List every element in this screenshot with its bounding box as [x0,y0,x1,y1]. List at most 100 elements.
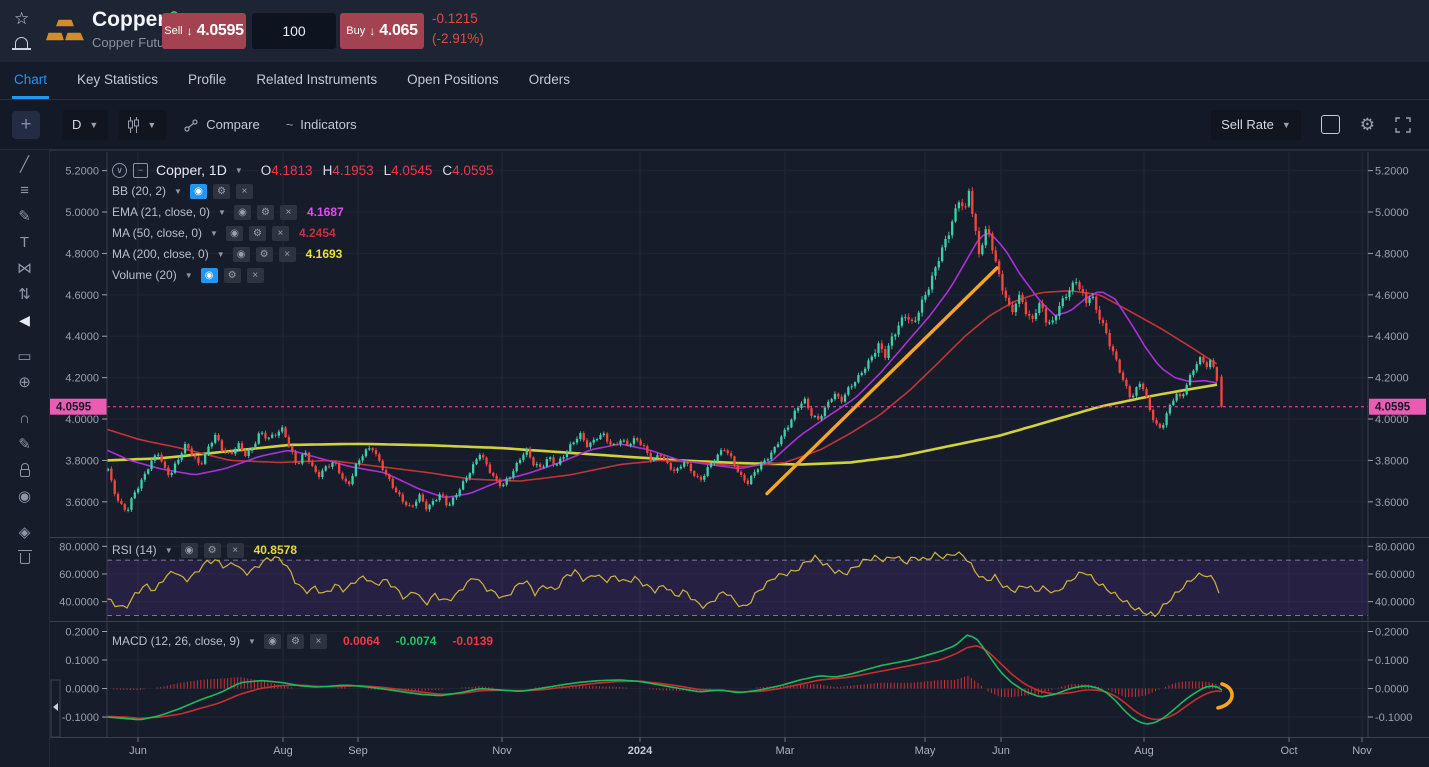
gear-icon[interactable]: ⚙ [203,542,221,558]
svg-text:Sep: Sep [348,745,368,757]
collapse-legend-icon[interactable]: ∨ [112,162,127,178]
indicator-label[interactable]: Volume (20) [112,268,177,282]
indicator-label[interactable]: MA (200, close, 0) [112,247,209,261]
close-icon[interactable]: × [226,542,244,558]
svg-text:Aug: Aug [273,745,293,757]
svg-text:4.4000: 4.4000 [1375,331,1409,343]
buy-button[interactable]: Buy ↓ 4.065 [340,13,424,49]
chevron-down-icon: ▼ [248,636,256,646]
svg-text:5.2000: 5.2000 [1375,166,1409,178]
chart-type-select[interactable]: ▼ [118,109,167,140]
favorite-star-icon[interactable]: ☆ [14,10,29,27]
indicator-label[interactable]: MA (50, close, 0) [112,226,202,240]
parallel-lines-tool[interactable]: ≡ [10,178,40,202]
gear-icon[interactable]: ⚙ [286,633,304,649]
indicator-row: EMA (21, close, 0) ▼ ◉ ⚙ × 4.1687 [112,202,493,222]
compare-button[interactable]: Compare [184,117,260,132]
svg-text:4.0000: 4.0000 [65,414,99,426]
svg-text:4.6000: 4.6000 [1375,290,1409,302]
chevron-down-icon: ▼ [216,249,225,259]
fullscreen-icon[interactable] [1395,116,1411,133]
svg-text:4.0000: 4.0000 [1375,414,1409,426]
xabcd-pattern-tool[interactable]: ⋈ [10,256,40,280]
sell-button[interactable]: Sell ↓ 4.0595 [162,13,246,49]
indicator-row: BB (20, 2) ▼ ◉ ⚙ × [112,181,493,201]
gear-icon[interactable]: ⚙ [212,183,230,199]
close-icon[interactable]: × [271,225,289,241]
close-icon[interactable]: × [278,246,296,262]
measure-tool[interactable]: ▭ [10,344,40,368]
svg-text:4.4000: 4.4000 [65,331,99,343]
eye-icon[interactable]: ◉ [225,225,243,241]
svg-text:0.2000: 0.2000 [65,626,99,638]
gear-icon[interactable]: ⚙ [255,246,273,262]
crosshair-icon[interactable]: + [12,110,40,139]
trend-line-tool[interactable]: ╱ [10,152,40,176]
chevron-down-icon: ▼ [89,119,99,130]
snapshot-icon[interactable] [1320,115,1340,134]
sell-price: 4.0595 [196,22,244,39]
gear-icon[interactable]: ⚙ [248,225,266,241]
symbol-name[interactable]: Copper, 1D [156,162,227,178]
indicators-button[interactable]: ~ Indicators [286,117,357,132]
svg-text:0.2000: 0.2000 [1375,626,1409,638]
svg-text:60.0000: 60.0000 [1375,569,1415,581]
tab-open-positions[interactable]: Open Positions [405,62,501,99]
indicator-label[interactable]: EMA (21, close, 0) [112,205,210,219]
tab-related-instruments[interactable]: Related Instruments [254,62,379,99]
close-icon[interactable]: × [246,267,264,283]
gear-icon[interactable]: ⚙ [256,204,274,220]
gear-icon[interactable]: ⚙ [223,267,241,283]
arrow-marker-tool[interactable]: ◀ [10,308,40,332]
eye-icon[interactable]: ◉ [232,246,250,262]
interval-select[interactable]: D ▼ [62,109,109,140]
eye-icon[interactable]: ◉ [180,542,198,558]
macd-legend: MACD (12, 26, close, 9) ▼ ◉ ⚙ × 0.0064 -0… [112,631,493,652]
macd-label[interactable]: MACD (12, 26, close, 9) [112,634,240,648]
drawing-mode-tool[interactable]: ✎ [10,432,40,456]
lock-all-drawings-tool[interactable] [10,458,40,482]
text-tool[interactable]: T [10,230,40,254]
minimize-legend-icon[interactable]: − [133,162,148,178]
macd-value: -0.0074 [395,634,437,648]
svg-text:40.0000: 40.0000 [59,597,99,609]
magnet-tool[interactable]: ∩ [10,406,40,430]
close-icon[interactable]: × [309,633,327,649]
object-tree-tool[interactable]: ◈ [10,520,40,544]
instrument-header: ☆ Copper Copper Futures Sell ↓ 4.0595 10… [0,0,1429,62]
ohlc-c: C4.0595 [442,162,494,178]
chevron-down-icon: ▼ [210,228,218,238]
close-icon[interactable]: × [235,183,253,199]
gear-icon[interactable]: ⚙ [1360,116,1375,133]
tab-orders[interactable]: Orders [527,62,572,99]
brush-tool[interactable]: ✎ [10,204,40,228]
indicator-label[interactable]: BB (20, 2) [112,184,166,198]
quantity-input[interactable]: 100 [252,13,336,49]
svg-text:Mar: Mar [776,745,795,757]
svg-text:3.8000: 3.8000 [65,455,99,467]
eye-icon[interactable]: ◉ [189,183,207,199]
svg-text:Jun: Jun [992,745,1010,757]
tab-chart[interactable]: Chart [12,62,50,99]
zoom-in-tool[interactable]: ⊕ [10,370,40,394]
eye-icon[interactable]: ◉ [233,204,251,220]
chevron-down-icon: ▼ [218,207,226,217]
eye-icon[interactable]: ◉ [263,633,281,649]
tab-profile[interactable]: Profile [186,62,228,99]
down-arrow-icon: ↓ [369,24,376,38]
remove-all-drawings-tool[interactable] [10,546,40,570]
alert-bell-icon[interactable] [12,37,32,50]
rate-type-select[interactable]: Sell Rate ▼ [1211,109,1301,140]
indicator-value: 4.1687 [306,205,344,219]
tab-key-statistics[interactable]: Key Statistics [75,62,160,99]
hide-all-drawings-tool[interactable]: ◉ [10,484,40,508]
long-short-position-tool[interactable]: ⇅ [10,282,40,306]
rsi-label[interactable]: RSI (14) [112,543,157,557]
ohlc-l: L4.0545 [383,162,433,178]
eye-icon[interactable]: ◉ [200,267,218,283]
chevron-down-icon: ▼ [147,119,157,130]
indicator-row: MA (200, close, 0) ▼ ◉ ⚙ × 4.1693 [112,244,493,264]
close-icon[interactable]: × [279,204,297,220]
svg-text:4.8000: 4.8000 [65,248,99,260]
svg-text:4.0595: 4.0595 [1375,402,1411,414]
